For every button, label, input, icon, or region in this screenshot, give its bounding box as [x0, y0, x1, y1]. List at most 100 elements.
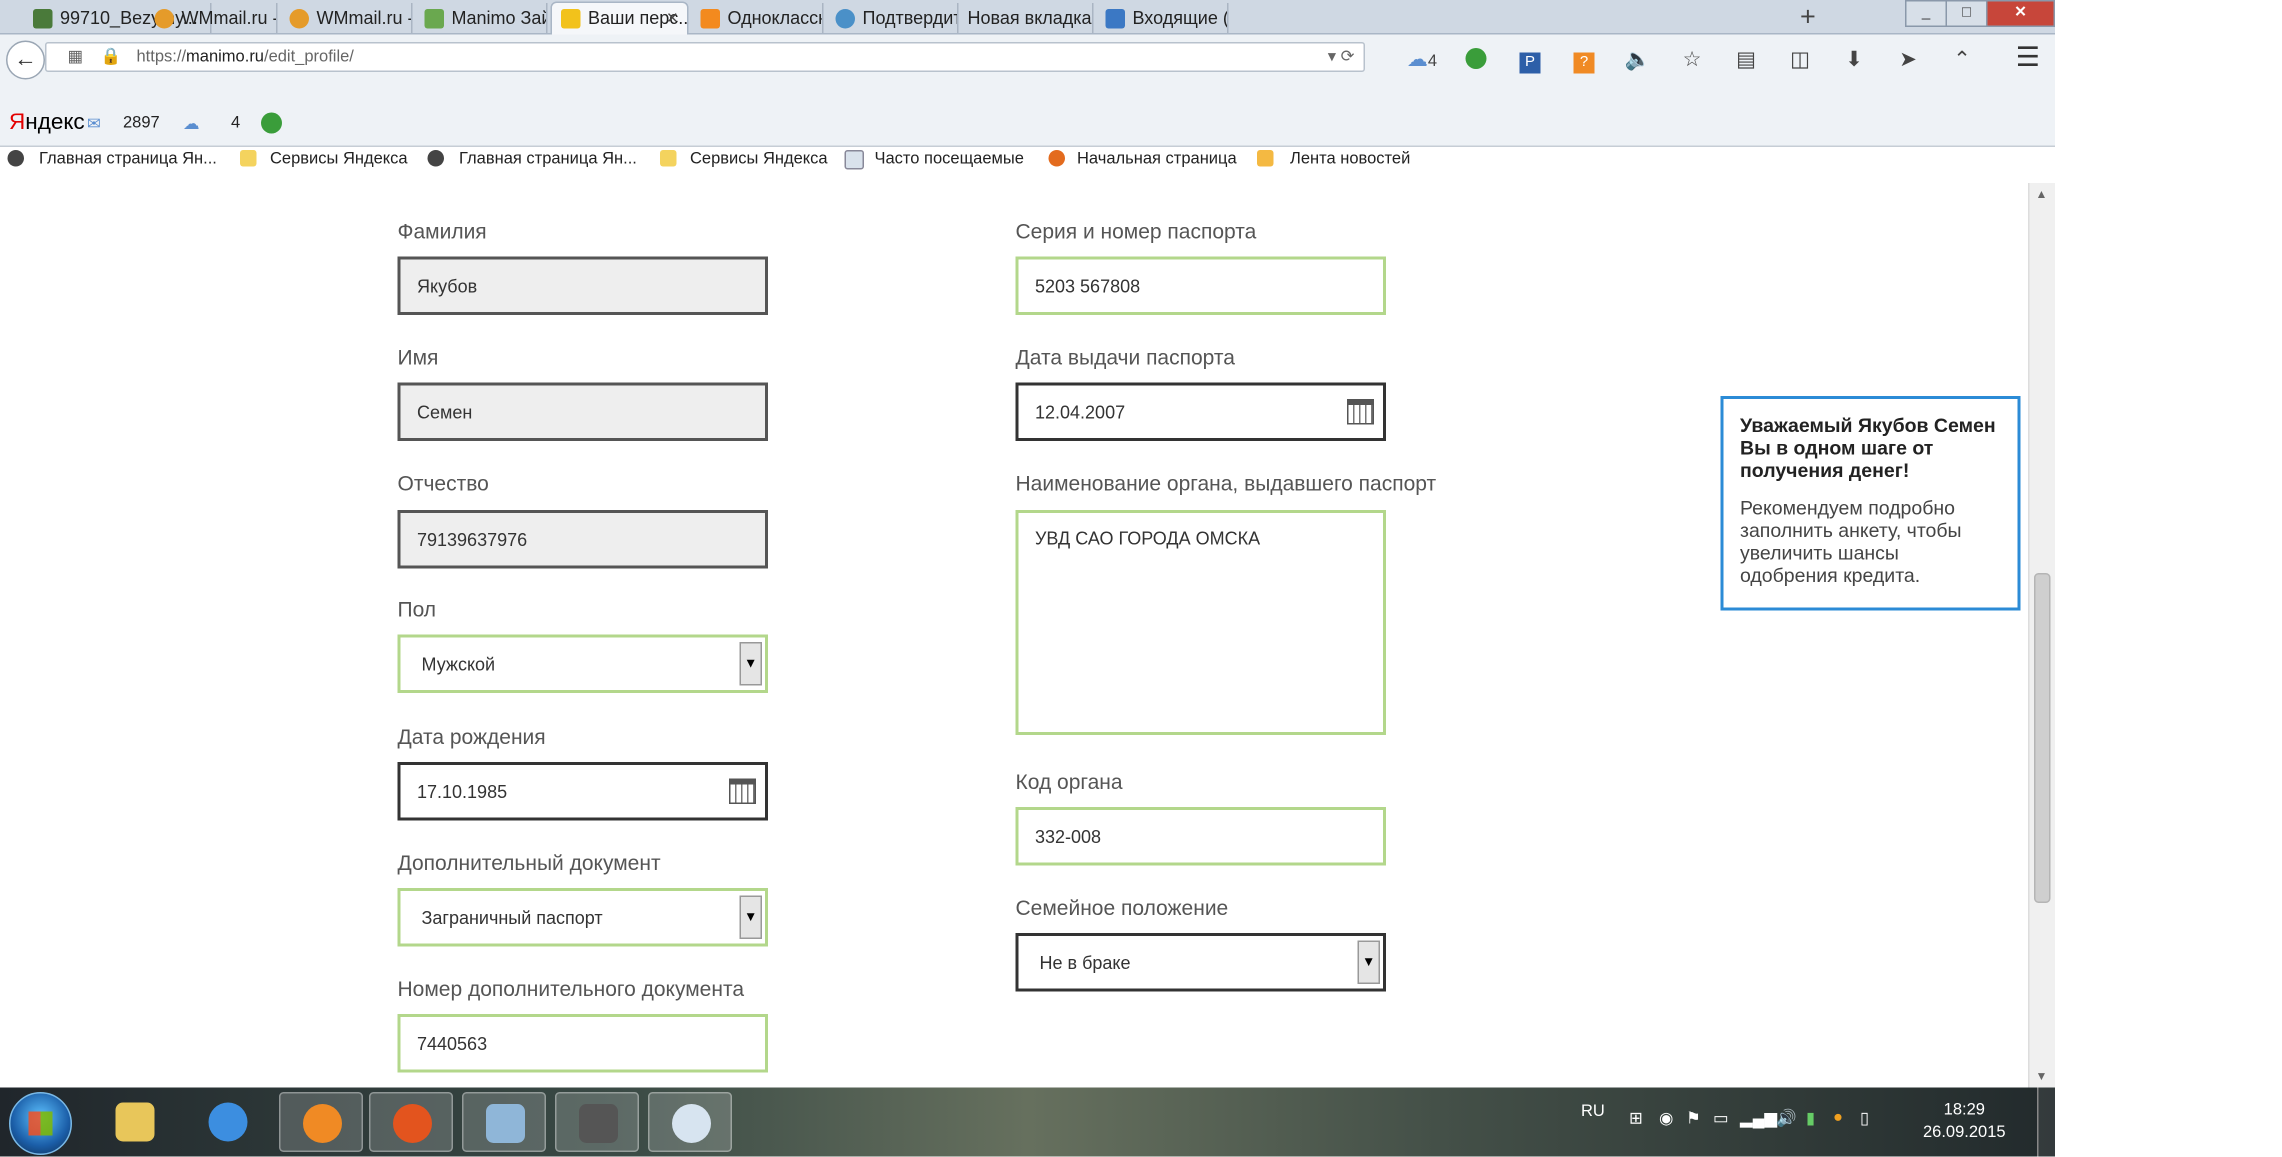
- gender-select[interactable]: Мужской ▼: [397, 634, 768, 693]
- devices-icon[interactable]: ▭: [1713, 1109, 1729, 1128]
- folder-icon: [240, 150, 257, 167]
- extra-doc-number-field[interactable]: 7440563: [397, 1014, 768, 1073]
- pocket-icon[interactable]: ◫: [1773, 44, 1827, 74]
- tab-wmmail-2[interactable]: WMmail.ru - с...: [281, 3, 413, 33]
- birthdate-field[interactable]: 17.10.1985: [397, 762, 768, 821]
- chevron-down-icon[interactable]: ▼: [739, 895, 762, 939]
- new-tab-button[interactable]: +: [1800, 3, 1816, 30]
- manimo-icon: [424, 9, 444, 29]
- patronymic-field[interactable]: 79139637976: [397, 510, 768, 569]
- weather-icon[interactable]: ☁: [183, 114, 200, 134]
- chevron-up-icon[interactable]: ⌃: [1935, 44, 1989, 74]
- minimize-button[interactable]: _: [1905, 0, 1947, 27]
- tab-close-icon[interactable]: ×: [667, 3, 678, 33]
- extra-doc-label: Дополнительный документ: [397, 850, 661, 875]
- yandex-logo[interactable]: Яндекс: [9, 110, 85, 136]
- bookmark-yandex-services-1[interactable]: Сервисы Яндекса: [270, 150, 408, 168]
- maximize-button[interactable]: □: [1945, 0, 1988, 27]
- tab-new[interactable]: Новая вкладка: [962, 3, 1094, 33]
- tab-label: Новая вкладка: [967, 7, 1092, 29]
- url-bar[interactable]: ▦ 🔒 https://manimo.ru/edit_profile/ ▾ ⟳: [45, 42, 1365, 72]
- avast-tray-icon[interactable]: ●: [1833, 1109, 1843, 1127]
- tab-inbox[interactable]: Входящие (289...: [1097, 3, 1229, 33]
- network-icon[interactable]: ▮: [1806, 1109, 1815, 1128]
- traffic-icon[interactable]: [1449, 44, 1503, 74]
- volume-icon[interactable]: 🔊: [1776, 1109, 1797, 1128]
- flag-icon[interactable]: ⚑: [1686, 1109, 1701, 1128]
- battery-icon[interactable]: ▯: [1860, 1109, 1869, 1128]
- calendar-icon[interactable]: [729, 778, 756, 804]
- p-extension-icon[interactable]: P: [1503, 44, 1557, 74]
- speaker-icon[interactable]: 🔈: [1611, 44, 1665, 74]
- tab-profile-active[interactable]: Ваши перс... ×: [550, 1, 689, 35]
- tab-odnoklassniki[interactable]: Одноклассники: [692, 3, 824, 33]
- bookmark-yandex-main-1[interactable]: Главная страница Ян...: [39, 150, 217, 168]
- taskbar-app[interactable]: [462, 1092, 546, 1152]
- taskbar-explorer[interactable]: [93, 1092, 177, 1152]
- clock-date: 26.09.2015: [1923, 1123, 2006, 1142]
- firefox-icon: [1048, 150, 1065, 167]
- bookmark-start-page[interactable]: Начальная страница: [1077, 150, 1237, 168]
- bookmark-yandex-main-2[interactable]: Главная страница Ян...: [459, 150, 637, 168]
- windows-flag-icon[interactable]: ⊞: [1629, 1109, 1643, 1128]
- tab-label: Входящие (289...: [1132, 7, 1229, 29]
- bookmark-yandex-services-2[interactable]: Сервисы Яндекса: [690, 150, 828, 168]
- chevron-down-icon[interactable]: ▼: [1357, 940, 1380, 984]
- surname-field[interactable]: Якубов: [397, 256, 768, 315]
- clipboard-icon[interactable]: ▤: [1719, 44, 1773, 74]
- issuer-code-field[interactable]: 332-008: [1015, 807, 1386, 866]
- bookmark-star-icon[interactable]: ☆: [1665, 44, 1719, 74]
- start-button[interactable]: [9, 1092, 72, 1155]
- yandex-icon: [7, 150, 24, 167]
- vertical-scrollbar[interactable]: ▲ ▼: [2028, 183, 2055, 1088]
- traffic-icon[interactable]: [261, 112, 282, 134]
- issuer-textarea[interactable]: УВД САО ГОРОДА ОМСКА: [1015, 510, 1386, 735]
- clock[interactable]: 18:29 26.09.2015: [1923, 1100, 2006, 1145]
- scrollbar-thumb[interactable]: [2034, 573, 2051, 903]
- folder-icon: [660, 150, 677, 167]
- birthdate-value: 17.10.1985: [417, 781, 508, 803]
- r-extension-icon[interactable]: ?: [1557, 44, 1611, 74]
- download-icon[interactable]: ⬇: [1827, 44, 1881, 74]
- mail-count[interactable]: 2897: [123, 114, 160, 132]
- issue-date-field[interactable]: 12.04.2007: [1015, 382, 1386, 441]
- issuer-label: Наименование органа, выдавшего паспорт: [1015, 471, 1437, 495]
- show-desktop-button[interactable]: [2037, 1087, 2055, 1157]
- chevron-down-icon[interactable]: ▼: [739, 642, 762, 686]
- bookmark-news-feed[interactable]: Лента новостей: [1290, 150, 1410, 168]
- back-button[interactable]: ←: [6, 40, 45, 80]
- url-text: https://manimo.ru/edit_profile/: [136, 48, 354, 66]
- taskbar-firefox[interactable]: [369, 1092, 453, 1152]
- tab-strip: 99710_Bezymy... WMmail.ru - с... WMmail.…: [0, 0, 2055, 35]
- close-window-button[interactable]: ✕: [1986, 0, 2055, 27]
- taskbar-ie[interactable]: [186, 1092, 270, 1152]
- issue-date-value: 12.04.2007: [1035, 402, 1126, 423]
- send-icon[interactable]: ➤: [1881, 44, 1935, 74]
- extra-doc-select[interactable]: Заграничный паспорт ▼: [397, 888, 768, 947]
- network-globe-icon[interactable]: ◉: [1659, 1109, 1673, 1128]
- scroll-up-icon[interactable]: ▲: [2036, 188, 2048, 202]
- name-field[interactable]: Семен: [397, 382, 768, 441]
- signal-icon[interactable]: ▂▄▆: [1740, 1109, 1777, 1128]
- language-indicator[interactable]: RU: [1581, 1103, 1605, 1121]
- bookmark-most-visited[interactable]: Часто посещаемые: [875, 150, 1024, 168]
- tab-label: WMmail.ru - с...: [181, 7, 277, 29]
- weather-value[interactable]: 4: [231, 114, 240, 132]
- mail-icon[interactable]: ✉: [87, 114, 101, 134]
- tab-confirm[interactable]: Подтвердите п...: [827, 3, 959, 33]
- menu-icon[interactable]: ☰: [2016, 44, 2040, 71]
- notice-box: Уважаемый Якубов Семен Вы в одном шаге о…: [1720, 396, 2021, 611]
- marital-select[interactable]: Не в браке ▼: [1015, 933, 1386, 992]
- taskbar-avast[interactable]: [279, 1092, 363, 1152]
- scroll-down-icon[interactable]: ▼: [2036, 1070, 2048, 1084]
- tab-manimo[interactable]: Manimo Займ...: [416, 3, 548, 33]
- extra-doc-number-label: Номер дополнительного документа: [397, 976, 745, 1001]
- marital-value: Не в браке: [1039, 952, 1131, 974]
- reload-icon[interactable]: ▾ ⟳: [1328, 47, 1355, 66]
- taskbar-world-of-tanks[interactable]: [555, 1092, 639, 1152]
- taskbar-paint[interactable]: [648, 1092, 732, 1152]
- tab-wmmail-1[interactable]: WMmail.ru - с...: [146, 3, 278, 33]
- passport-field[interactable]: 5203 567808: [1015, 256, 1386, 315]
- calendar-icon[interactable]: [1347, 399, 1374, 425]
- weather-icon[interactable]: ☁4: [1395, 44, 1449, 74]
